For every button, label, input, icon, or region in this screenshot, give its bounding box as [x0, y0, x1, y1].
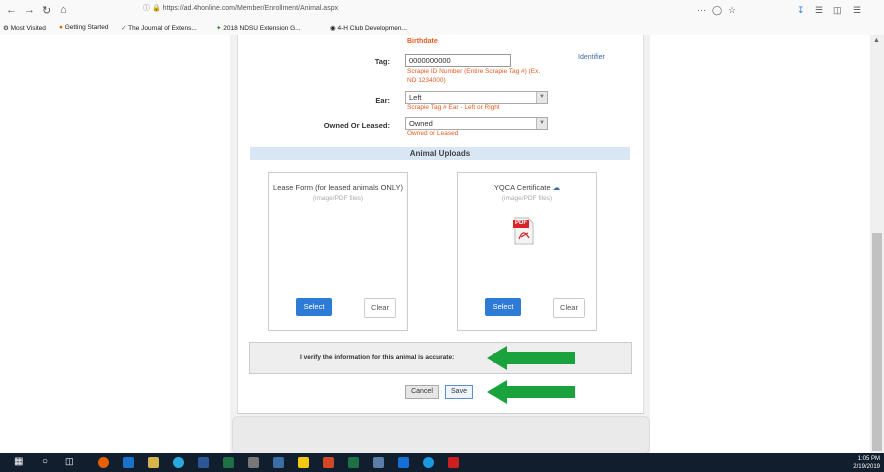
owned-label: Owned Or Leased:	[323, 121, 390, 130]
home-icon[interactable]: ⌂	[60, 4, 67, 16]
verify-label: I verify the information for this animal…	[300, 354, 455, 361]
browser-toolbar: ← → ↻ ⌂ ⓘ 🔒 https://ad.4honline.com/Memb…	[0, 0, 884, 22]
back-icon[interactable]: ←	[6, 4, 17, 16]
lease-form-title: Lease Form (for leased animals ONLY)	[273, 183, 403, 192]
clock-date: 2/19/2019	[853, 464, 880, 470]
bookmark-label: 2018 NDSU Extension G...	[223, 25, 301, 32]
bookmark-label: The Journal of Extens...	[128, 25, 197, 32]
yqca-clear-button[interactable]: Clear	[553, 298, 585, 318]
download-icon[interactable]: ↧	[797, 5, 805, 16]
bookmark-label: 4-H Club Developmen...	[337, 25, 407, 32]
scroll-up-icon[interactable]: ▲	[873, 37, 880, 44]
lease-select-button[interactable]: Select	[296, 298, 332, 316]
ear-selected-value: Left	[409, 93, 422, 102]
owned-hint: Owned or Leased	[407, 130, 459, 137]
pdf-label: PDF	[515, 220, 527, 226]
calculator-icon[interactable]	[248, 457, 259, 468]
globe-icon: ◉	[330, 25, 336, 32]
bookmark-journal[interactable]: ✓ The Journal of Extens...	[121, 24, 197, 32]
bookmark-icon: ✦	[216, 25, 222, 32]
bookmark-ndsu[interactable]: ✦ 2018 NDSU Extension G...	[216, 24, 301, 32]
taskbar: ▦ ○ ◫ 1:05 PM 2/19/2019	[0, 453, 884, 472]
app-icon[interactable]	[373, 457, 384, 468]
animal-uploads-header: Animal Uploads	[250, 147, 630, 160]
tag-label: Tag:	[374, 57, 390, 66]
save-button[interactable]: Save	[445, 385, 473, 399]
skype-icon[interactable]	[173, 457, 184, 468]
scrollbar-thumb[interactable]	[872, 233, 882, 451]
chevron-down-icon: ▼	[536, 118, 547, 129]
word-icon[interactable]	[198, 457, 209, 468]
task-view-icon[interactable]: ◫	[65, 456, 76, 467]
bookmark-most-visited[interactable]: ⚙ Most Visited	[3, 24, 46, 32]
bookmark-getting-started[interactable]: ● Getting Started	[59, 24, 108, 31]
owned-select[interactable]: Owned ▼	[405, 117, 548, 130]
library-icon[interactable]: ☰	[815, 5, 823, 16]
firefox-icon[interactable]	[98, 457, 109, 468]
green-arrow-icon	[487, 346, 575, 370]
green-arrow-icon	[487, 380, 575, 404]
pocket-icon[interactable]: ◯	[712, 5, 722, 16]
url-bar[interactable]: ⓘ 🔒 https://ad.4honline.com/Member/Enrol…	[143, 3, 683, 19]
yqca-select-button[interactable]: Select	[485, 298, 521, 316]
excel-icon[interactable]	[348, 457, 359, 468]
lock-icon: 🔒	[151, 5, 161, 12]
tag-input[interactable]: 0000000000	[405, 54, 511, 67]
lease-form-filetypes: (image/PDF files)	[312, 195, 364, 202]
bookmark-label: Getting Started	[64, 24, 109, 31]
checkmark-app-icon[interactable]	[398, 457, 409, 468]
sidebar-icon[interactable]: ◫	[833, 5, 842, 16]
bookmark-star-icon[interactable]: ☆	[728, 5, 736, 16]
chrome-icon[interactable]	[423, 457, 434, 468]
footer-box	[232, 416, 650, 454]
chevron-down-icon: ▼	[536, 92, 547, 103]
acrobat-icon[interactable]	[448, 457, 459, 468]
yqca-filetypes: (image/PDF files)	[501, 195, 553, 202]
identifier-link[interactable]: Identifier	[578, 54, 605, 61]
yqca-title-row: YQCA Certificate ☁	[458, 183, 596, 192]
cloud-upload-icon[interactable]: ☁	[553, 183, 561, 192]
birthdate-hint: Birthdate	[407, 38, 438, 45]
url-text: https://ad.4honline.com/Member/Enrollmen…	[162, 5, 339, 12]
forward-icon[interactable]: →	[24, 4, 35, 16]
tag-hint: Scrapie ID Number (Entire Scrapie Tag #)…	[407, 68, 541, 75]
system-clock[interactable]: 1:05 PM 2/19/2019	[853, 455, 880, 471]
bookmark-icon: ✓	[121, 25, 127, 32]
firefox-icon: ●	[59, 24, 63, 31]
ear-select[interactable]: Left ▼	[405, 91, 548, 104]
cancel-button[interactable]: Cancel	[405, 385, 439, 399]
bookmark-4h-club[interactable]: ◉ 4-H Club Developmen...	[330, 24, 407, 32]
tag-hint-line2: ND 1234000)	[407, 77, 446, 84]
sticky-notes-icon[interactable]	[298, 457, 309, 468]
ear-hint: Scrapie Tag # Ear - Left or Right	[407, 104, 500, 111]
lease-form-upload: Lease Form (for leased animals ONLY) (im…	[268, 172, 408, 331]
page-actions-icon[interactable]: ···	[697, 5, 706, 15]
bookmarks-bar: ⚙ Most Visited ● Getting Started ✓ The J…	[0, 22, 884, 36]
publisher-icon[interactable]	[223, 457, 234, 468]
windows-start-icon[interactable]: ▦	[14, 456, 25, 467]
paint-icon[interactable]	[273, 457, 284, 468]
powerpoint-icon[interactable]	[323, 457, 334, 468]
search-icon[interactable]: ○	[42, 456, 53, 467]
bookmark-label: Most Visited	[10, 25, 46, 32]
yqca-title: YQCA Certificate	[493, 183, 551, 192]
outlook-icon[interactable]	[123, 457, 134, 468]
reload-icon[interactable]: ↻	[42, 4, 51, 17]
owned-selected-value: Owned	[409, 119, 433, 128]
clock-time: 1:05 PM	[857, 456, 880, 462]
yqca-certificate-upload: YQCA Certificate ☁ (image/PDF files) PDF…	[457, 172, 597, 331]
menu-icon[interactable]: ☰	[853, 5, 861, 16]
info-icon[interactable]: ⓘ	[143, 5, 150, 12]
lease-clear-button[interactable]: Clear	[364, 298, 396, 318]
file-explorer-icon[interactable]	[148, 457, 159, 468]
ear-label: Ear:	[375, 96, 390, 105]
